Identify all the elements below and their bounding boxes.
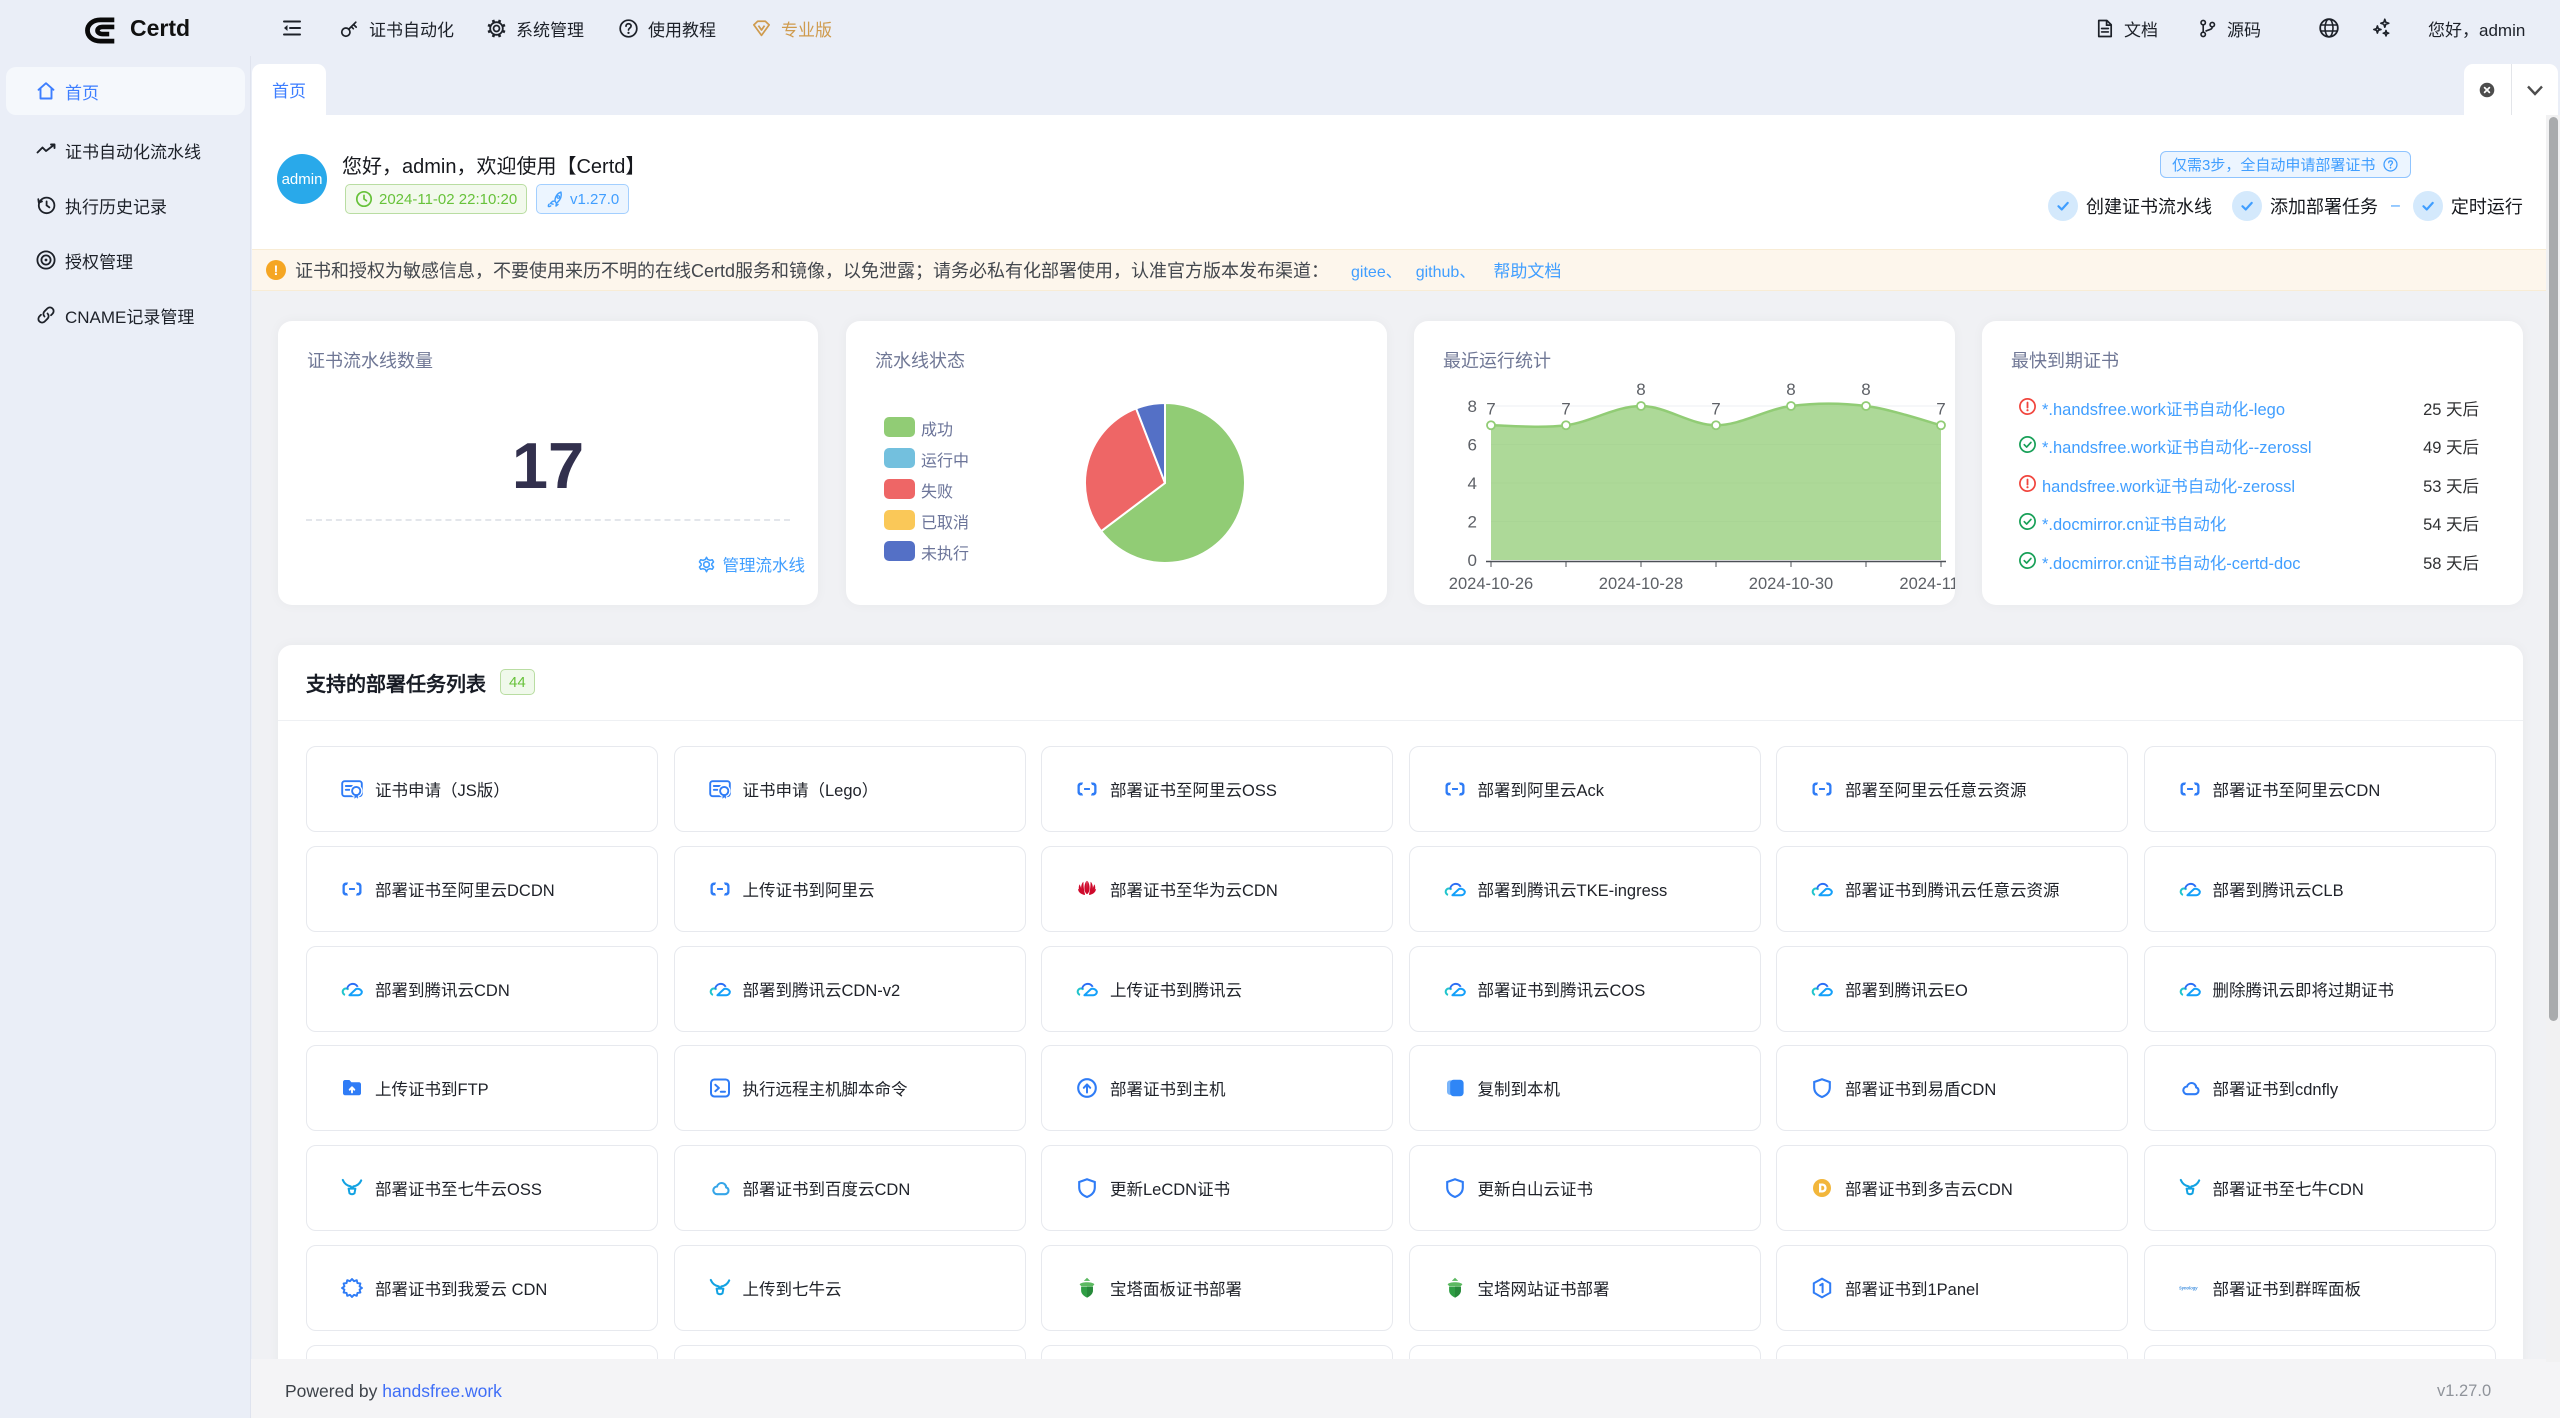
svg-text:7: 7 xyxy=(1711,399,1720,418)
svg-text:2024-10-30: 2024-10-30 xyxy=(1749,575,1833,593)
svg-text:8: 8 xyxy=(1861,381,1870,399)
svg-text:7: 7 xyxy=(1486,399,1495,418)
svg-text:0: 0 xyxy=(1468,551,1477,570)
svg-text:Synology: Synology xyxy=(2179,1286,2198,1291)
svg-text:4: 4 xyxy=(1468,474,1477,493)
svg-text:7: 7 xyxy=(1936,399,1945,418)
svg-text:2024-10-28: 2024-10-28 xyxy=(1599,575,1683,593)
svg-text:7: 7 xyxy=(1561,399,1570,418)
svg-text:6: 6 xyxy=(1468,436,1477,455)
svg-text:2024-10-26: 2024-10-26 xyxy=(1449,575,1533,593)
svg-text:8: 8 xyxy=(1786,381,1795,399)
svg-text:2024-11-01: 2024-11-01 xyxy=(1899,575,1955,593)
svg-text:8: 8 xyxy=(1468,397,1477,416)
svg-text:2: 2 xyxy=(1468,513,1477,532)
svg-text:8: 8 xyxy=(1636,381,1645,399)
